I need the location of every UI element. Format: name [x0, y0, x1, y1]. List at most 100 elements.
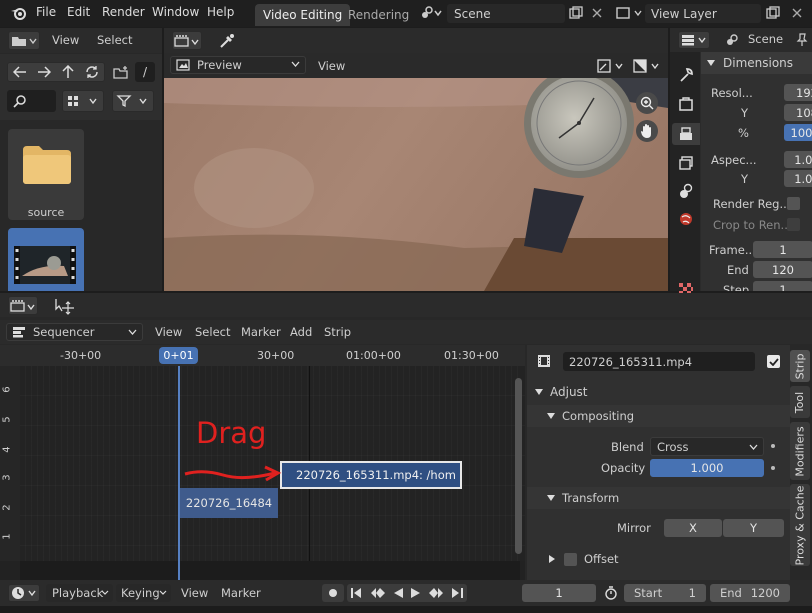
pan-hand-icon[interactable]	[636, 120, 658, 142]
close-scene-icon[interactable]	[588, 4, 606, 22]
menu-window[interactable]: Window	[152, 5, 199, 19]
display-mode-button[interactable]	[62, 90, 104, 112]
menu-help[interactable]: Help	[207, 5, 234, 19]
new-folder-icon[interactable]	[110, 63, 132, 81]
resolution-y-field[interactable]: 108	[784, 104, 812, 121]
keyframe-dot-icon[interactable]	[771, 466, 775, 470]
offset-checkbox[interactable]	[564, 552, 577, 566]
vertical-scrollbar[interactable]	[515, 378, 522, 554]
play-reverse-icon[interactable]	[393, 588, 403, 598]
render-tab-icon[interactable]	[675, 94, 697, 114]
refresh-icon[interactable]	[80, 65, 104, 79]
parent-directory-icon[interactable]	[56, 65, 80, 79]
path-field[interactable]: /	[135, 62, 155, 82]
timeline-marker-menu[interactable]: Marker	[221, 586, 261, 600]
play-icon[interactable]	[411, 588, 421, 598]
eyedropper-icon[interactable]	[216, 31, 238, 50]
view-layer-icon[interactable]	[614, 4, 644, 22]
scene-tab-icon[interactable]	[675, 181, 697, 201]
transform-section-header[interactable]: Transform	[527, 487, 790, 509]
tab-proxy-cache[interactable]: Proxy & Cache	[790, 484, 810, 566]
blender-logo-icon[interactable]	[8, 4, 30, 22]
filter-button[interactable]	[112, 90, 154, 112]
end-frame-field[interactable]: End 1200	[710, 584, 790, 602]
view-layer-tab-icon[interactable]	[675, 153, 697, 173]
dimensions-section-header[interactable]: Dimensions	[701, 52, 812, 74]
seq-marker-menu[interactable]: Marker	[241, 325, 281, 339]
resolution-percent-field[interactable]: 100%	[784, 124, 812, 141]
sequencer-editor-type-button[interactable]	[8, 296, 38, 315]
keyframe-dot-icon[interactable]	[771, 444, 775, 448]
timeline-view-menu[interactable]: View	[181, 586, 208, 600]
move-tool-icon[interactable]	[52, 296, 76, 315]
world-tab-icon[interactable]	[675, 209, 697, 229]
zoom-icon[interactable]	[636, 92, 658, 114]
filter-search-input[interactable]	[7, 90, 56, 112]
offset-section-header[interactable]: Offset	[527, 549, 790, 569]
aspect-x-field[interactable]: 1.00	[784, 151, 812, 168]
jump-end-icon[interactable]	[451, 588, 463, 598]
timeline-editor-type-button[interactable]	[8, 584, 40, 602]
blend-dropdown[interactable]: Cross	[650, 437, 764, 456]
jump-start-icon[interactable]	[351, 588, 362, 598]
tab-tool[interactable]: Tool	[790, 386, 810, 418]
strip-mute-checkbox[interactable]	[767, 355, 780, 368]
seq-select-menu[interactable]: Select	[195, 325, 230, 339]
forward-arrow-icon[interactable]	[32, 66, 56, 78]
file-item-source[interactable]: source	[8, 129, 84, 220]
resolution-x-field[interactable]: 192	[784, 84, 812, 101]
scene-icon[interactable]	[418, 4, 444, 22]
mirror-x-button[interactable]: X	[664, 519, 722, 537]
sequencer-mode-dropdown[interactable]: Sequencer	[6, 323, 143, 341]
editor-type-button[interactable]	[8, 31, 40, 50]
compositing-section-header[interactable]: Compositing	[527, 405, 790, 427]
crop-region-checkbox[interactable]	[787, 218, 800, 231]
tab-modifiers[interactable]: Modifiers	[790, 422, 810, 480]
pin-icon[interactable]	[794, 31, 810, 49]
seq-strip-menu[interactable]: Strip	[324, 325, 351, 339]
fb-select-menu[interactable]: Select	[97, 33, 132, 47]
seq-view-menu[interactable]: View	[155, 325, 182, 339]
stopwatch-icon[interactable]	[601, 584, 621, 602]
current-frame-field[interactable]: 1	[522, 584, 596, 602]
playhead-line[interactable]	[178, 366, 180, 580]
opacity-field[interactable]: 1.000	[650, 459, 764, 477]
copy-view-layer-icon[interactable]	[764, 4, 782, 22]
menu-edit[interactable]: Edit	[67, 5, 90, 19]
close-view-layer-icon[interactable]	[788, 4, 806, 22]
prev-keyframe-icon[interactable]	[370, 588, 385, 598]
preview-view-menu[interactable]: View	[318, 59, 345, 73]
video-strip-moving[interactable]: 220726_165311.mp4: /hom	[280, 461, 462, 489]
menu-file[interactable]: File	[36, 5, 56, 19]
sequencer-editor-type-button[interactable]	[172, 31, 202, 50]
tab-strip[interactable]: Strip	[790, 350, 810, 382]
fb-view-menu[interactable]: View	[52, 33, 79, 47]
frame-end-field[interactable]: 120	[753, 261, 812, 278]
adjust-section-header[interactable]: Adjust	[527, 381, 790, 403]
record-icon[interactable]	[322, 584, 344, 602]
back-arrow-icon[interactable]	[8, 66, 32, 78]
seq-add-menu[interactable]: Add	[290, 325, 312, 339]
render-region-checkbox[interactable]	[787, 197, 800, 210]
playhead-frame-indicator[interactable]: 0+01	[159, 347, 198, 364]
file-item-video[interactable]	[8, 228, 84, 291]
view-layer-field[interactable]: View Layer	[645, 4, 761, 23]
tool-tab-icon[interactable]	[675, 65, 697, 85]
copy-scene-icon[interactable]	[567, 4, 585, 22]
preview-image[interactable]	[164, 78, 668, 291]
preview-mode-dropdown[interactable]: Preview	[170, 56, 306, 74]
start-frame-field[interactable]: Start 1	[624, 584, 706, 602]
frame-step-field[interactable]: 1	[753, 281, 812, 291]
playback-dropdown[interactable]: Playback	[46, 584, 113, 602]
tab-video-editing[interactable]: Video Editing	[255, 4, 351, 26]
video-strip-original[interactable]: 220726_16484	[180, 488, 278, 518]
menu-render[interactable]: Render	[102, 5, 145, 19]
aspect-y-field[interactable]: 1.00	[784, 170, 812, 187]
frame-start-field[interactable]: 1	[753, 241, 812, 258]
strip-name-field[interactable]: 220726_165311.mp4	[563, 352, 755, 371]
keying-dropdown[interactable]: Keying	[116, 584, 171, 602]
tab-rendering[interactable]: Rendering	[340, 4, 417, 26]
properties-editor-type-button[interactable]	[678, 31, 710, 49]
scene-name-field[interactable]: Scene	[447, 4, 565, 23]
mirror-y-button[interactable]: Y	[723, 519, 784, 537]
